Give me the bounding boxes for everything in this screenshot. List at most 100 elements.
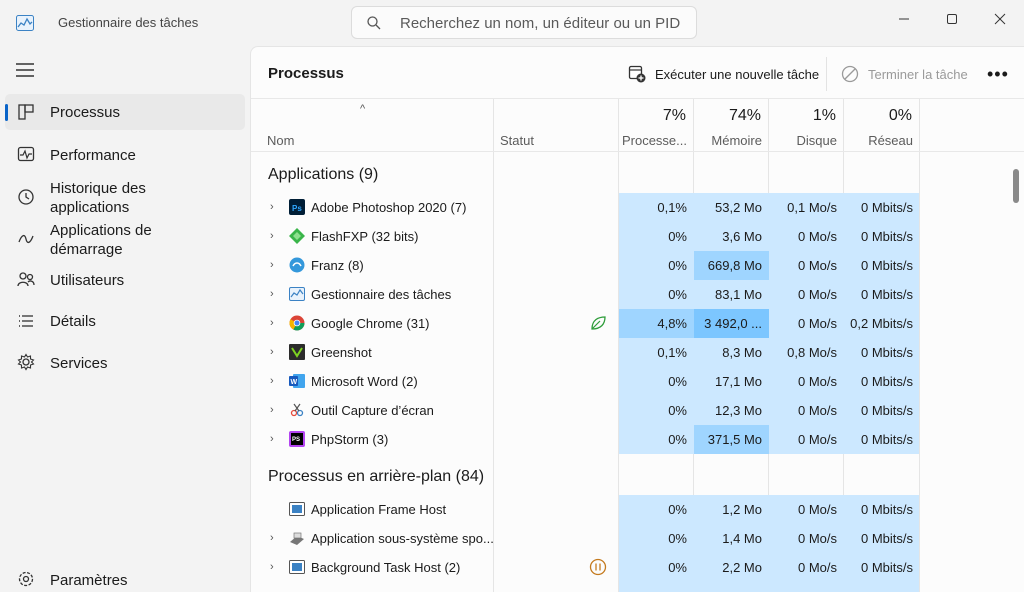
more-options-button[interactable]: ••• (987, 64, 1009, 85)
memory-value: 1,2 Mo (722, 502, 762, 517)
network-value: 0 Mbits/s (860, 374, 913, 389)
memory-value: 669,8 Mo (707, 258, 762, 273)
expand-chevron-icon[interactable]: › (270, 404, 274, 416)
column-header-network[interactable]: Réseau (844, 133, 913, 148)
services-icon (17, 353, 35, 371)
settings-icon (18, 571, 34, 587)
column-header-cpu[interactable]: Processe... (619, 133, 687, 148)
column-header-status[interactable]: Statut (500, 133, 534, 148)
process-row[interactable]: › Gestionnaire des tâches 0% 83,1 Mo 0 Mo/s 0… (251, 280, 919, 309)
disk-value: 0 Mo/s (797, 502, 837, 517)
expand-chevron-icon[interactable]: › (270, 288, 274, 300)
sidebar-item-demarrage[interactable]: Applications de démarrage (5, 220, 245, 260)
maximize-button[interactable] (932, 4, 972, 34)
column-header-disk[interactable]: Disque (769, 133, 837, 148)
search-box[interactable]: Recherchez un nom, un éditeur ou un PID (351, 6, 697, 39)
expand-chevron-icon[interactable]: › (270, 532, 274, 544)
sidebar-item-utilisateurs[interactable]: Utilisateurs (5, 261, 245, 297)
group-title-background: Processus en arrière-plan (84) (268, 468, 485, 485)
cpu-value: 0% (668, 502, 687, 517)
cpu-value: 0,1% (657, 345, 687, 360)
sidebar-item-label: démarrage (50, 241, 123, 258)
header-divider (251, 151, 1024, 152)
process-row[interactable]: › W Microsoft Word (2) 0% 17,1 Mo 0 Mo/s 0 Mbi… (251, 367, 919, 396)
process-name: Greenshot (311, 345, 372, 360)
column-header-name[interactable]: Nom (267, 133, 294, 148)
disk-value: 0 Mo/s (797, 374, 837, 389)
cpu-value: 0% (668, 229, 687, 244)
process-row[interactable]: › Greenshot 0,1% 8,3 Mo 0,8 Mo/s 0 Mbits/s (251, 338, 919, 367)
process-row[interactable]: › Background Task Host (2) 0% 2,2 Mo 0 Mo/s 0… (251, 553, 919, 582)
expand-chevron-icon[interactable]: › (270, 230, 274, 242)
end-task-button[interactable]: Terminer la tâche (841, 63, 968, 85)
word-icon: W (289, 374, 305, 388)
scrollbar-thumb[interactable] (1013, 169, 1019, 203)
network-total: 0% (888, 107, 912, 124)
disk-value: 0 Mo/s (797, 560, 837, 575)
sidebar-item-label: Services (50, 355, 108, 372)
expand-chevron-icon[interactable]: › (270, 346, 274, 358)
process-name: Google Chrome (31) (311, 316, 430, 331)
search-input[interactable]: Recherchez un nom, un éditeur ou un PID (400, 15, 680, 32)
app-title: Gestionnaire des tâches (58, 15, 199, 30)
expand-chevron-icon[interactable]: › (270, 317, 274, 329)
disk-value: 0 Mo/s (797, 531, 837, 546)
franz-icon (289, 257, 305, 273)
expand-chevron-icon[interactable]: › (270, 259, 274, 271)
process-row[interactable]: › Franz (8) 0% 669,8 Mo 0 Mo/s 0 Mbits/s (251, 251, 919, 280)
process-row[interactable]: › Outil Capture d’écran 0% 12,3 Mo 0 Mo/s 0 M… (251, 396, 919, 425)
cpu-value: 0,1% (657, 200, 687, 215)
memory-value: 83,1 Mo (715, 287, 762, 302)
process-row[interactable]: › FlashFXP (32 bits) 0% 3,6 Mo 0 Mo/s 0 Mbits… (251, 222, 919, 251)
memory-value: 371,5 Mo (707, 432, 762, 447)
run-new-task-button[interactable]: Exécuter une nouvelle tâche (628, 63, 819, 85)
disk-value: 0 Mo/s (797, 403, 837, 418)
run-task-label: Exécuter une nouvelle tâche (655, 66, 820, 82)
process-row[interactable]: Application Frame Host 0% 1,2 Mo 0 Mo/s 0 Mb… (251, 495, 919, 524)
background-task-icon (289, 560, 305, 574)
process-name: Franz (8) (311, 258, 364, 273)
sidebar-item-performance[interactable]: Performance (5, 136, 245, 172)
process-row[interactable]: › Ps Adobe Photoshop 2020 (7) 0,1% 53,2 Mo 0,… (251, 193, 919, 222)
sidebar-item-historique[interactable]: Historique des applications (5, 178, 245, 218)
column-header-memory[interactable]: Mémoire (694, 133, 762, 148)
end-task-icon (841, 65, 859, 83)
sidebar-item-processus[interactable]: Processus (5, 94, 245, 130)
hamburger-menu-icon[interactable] (16, 63, 34, 77)
title-bar: Gestionnaire des tâches Recherchez un no… (0, 0, 1024, 46)
disk-value: 0 Mo/s (797, 316, 837, 331)
expand-chevron-icon[interactable]: › (270, 561, 274, 573)
process-name: Adobe Photoshop 2020 (7) (311, 200, 467, 215)
page-title: Processus (268, 65, 344, 82)
sidebar-item-services[interactable]: Services (5, 344, 245, 380)
close-button[interactable] (980, 4, 1020, 34)
network-value: 0 Mbits/s (860, 403, 913, 418)
process-row[interactable]: › PS PhpStorm (3) 0% 371,5 Mo 0 Mo/s 0 Mbits/s (251, 425, 919, 454)
disk-value: 0 Mo/s (797, 432, 837, 447)
expand-chevron-icon[interactable]: › (270, 433, 274, 445)
sidebar-item-label: applications (50, 199, 130, 216)
sidebar-item-label: Performance (50, 147, 136, 164)
expand-chevron-icon[interactable]: › (270, 201, 274, 213)
expand-chevron-icon[interactable]: › (270, 375, 274, 387)
minimize-button[interactable] (884, 4, 924, 34)
process-row[interactable]: › Application sous-système spo... 0% 1,4 Mo… (251, 524, 919, 553)
task-manager-icon (289, 287, 305, 301)
column-separator (919, 99, 920, 592)
flashfxp-icon (289, 228, 305, 244)
cpu-value: 0% (668, 374, 687, 389)
memory-total: 74% (728, 107, 761, 124)
sidebar-item-parametres[interactable]: Paramètres (5, 561, 245, 592)
photoshop-icon: Ps (289, 199, 305, 215)
sidebar-item-details[interactable]: Détails (5, 303, 245, 339)
greenshot-icon (289, 344, 305, 360)
snipping-tool-icon (290, 403, 304, 417)
process-row[interactable]: › Google Chrome (31) 4,8% 3 492,0 ... 0 Mo/s… (251, 309, 919, 338)
memory-value: 53,2 Mo (715, 200, 762, 215)
disk-value: 0 Mo/s (797, 287, 837, 302)
network-value: 0 Mbits/s (860, 502, 913, 517)
sidebar-item-label: Utilisateurs (50, 272, 125, 289)
chrome-icon (289, 315, 305, 331)
svg-text:PS: PS (292, 437, 300, 443)
svg-text:W: W (291, 379, 298, 386)
